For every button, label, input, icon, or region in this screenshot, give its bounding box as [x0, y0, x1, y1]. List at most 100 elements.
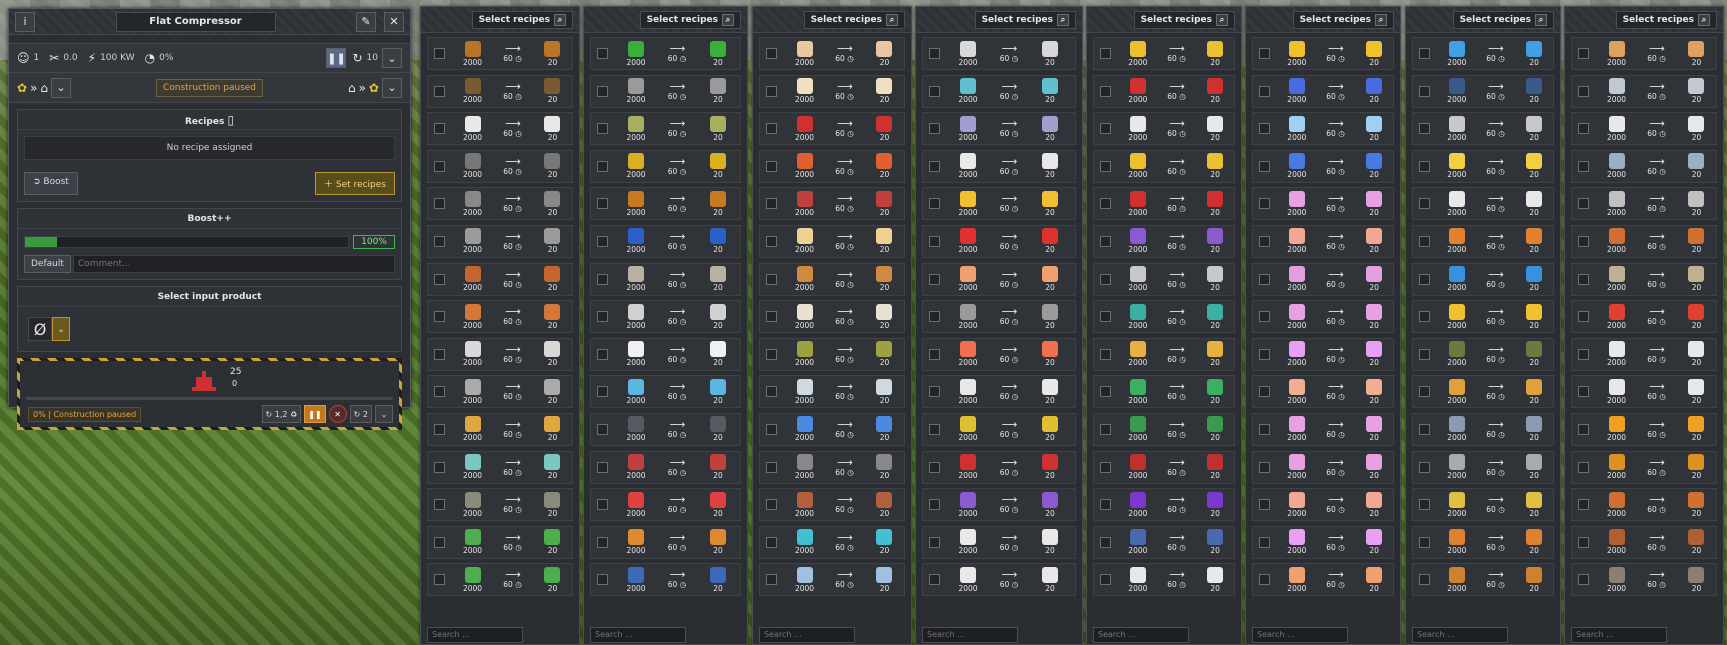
recipe-checkbox[interactable] — [434, 574, 445, 586]
recipe-checkbox[interactable] — [597, 499, 608, 511]
recipe-checkbox[interactable] — [1259, 423, 1270, 435]
recipe-row[interactable]: 2000 ⟶ 60 ◷ 20 — [922, 187, 1076, 221]
recipe-row[interactable]: 2000 ⟶ 60 ◷ 20 — [1571, 224, 1717, 258]
recipe-checkbox[interactable] — [766, 235, 777, 247]
recipe-checkbox[interactable] — [1100, 85, 1111, 97]
recipe-row[interactable]: 2000 ⟶ 60 ◷ 20 — [1412, 262, 1554, 296]
recipe-checkbox[interactable] — [1419, 386, 1430, 398]
recipe-row[interactable]: 2000 ⟶ 60 ◷ 20 — [922, 112, 1076, 146]
recipe-row[interactable]: 2000 ⟶ 60 ◷ 20 — [1252, 525, 1394, 559]
recipe-row[interactable]: 2000 ⟶ 60 ◷ 20 — [427, 488, 573, 522]
recipe-checkbox[interactable] — [1259, 48, 1270, 59]
recipe-checkbox[interactable] — [1419, 574, 1430, 586]
pause-button[interactable]: ❚❚ — [326, 48, 347, 68]
recipe-row[interactable]: 2000 ⟶ 60 ◷ 20 — [427, 112, 573, 146]
recipe-checkbox[interactable] — [766, 574, 777, 586]
recipe-row[interactable]: 2000 ⟶ 60 ◷ 20 — [1412, 74, 1554, 108]
recipe-checkbox[interactable] — [929, 386, 940, 398]
recipe-row[interactable]: 2000 ⟶ 60 ◷ 20 — [922, 488, 1076, 522]
recipe-search-input[interactable] — [427, 626, 523, 643]
recipe-checkbox[interactable] — [1419, 123, 1430, 135]
recipe-search-input[interactable] — [590, 626, 686, 643]
recipe-row[interactable]: 2000 ⟶ 60 ◷ 20 — [922, 375, 1076, 409]
recipe-checkbox[interactable] — [1578, 499, 1589, 511]
recipe-checkbox[interactable] — [1259, 123, 1270, 135]
recipe-checkbox[interactable] — [929, 85, 940, 97]
recipe-row[interactable]: 2000 ⟶ 60 ◷ 20 — [1412, 412, 1554, 446]
recipe-checkbox[interactable] — [1100, 461, 1111, 473]
recipe-row[interactable]: 2000 ⟶ 60 ◷ 20 — [1571, 262, 1717, 296]
recipe-row[interactable]: 2000 ⟶ 60 ◷ 20 — [759, 74, 905, 108]
recipe-row[interactable]: 2000 ⟶ 60 ◷ 20 — [1252, 337, 1394, 371]
recipe-row[interactable]: 2000 ⟶ 60 ◷ 20 — [922, 412, 1076, 446]
recipe-checkbox[interactable] — [1578, 235, 1589, 247]
recipe-row[interactable]: 2000 ⟶ 60 ◷ 20 — [759, 300, 905, 334]
recipe-checkbox[interactable] — [1259, 461, 1270, 473]
recipe-checkbox[interactable] — [929, 235, 940, 247]
recipe-checkbox[interactable] — [929, 348, 940, 360]
recipe-row[interactable]: 2000 ⟶ 60 ◷ 20 — [427, 450, 573, 484]
recipe-row[interactable]: 2000 ⟶ 60 ◷ 20 — [1252, 37, 1394, 70]
recipe-row[interactable]: 2000 ⟶ 60 ◷ 20 — [922, 563, 1076, 597]
pin-icon[interactable]: ✎ — [356, 11, 376, 32]
recipe-checkbox[interactable] — [1419, 311, 1430, 323]
comment-input[interactable] — [72, 255, 395, 273]
chevron-down-icon[interactable]: ⌄ — [375, 405, 393, 423]
recipe-row[interactable]: 2000 ⟶ 60 ◷ 20 — [1412, 112, 1554, 146]
product-dropdown-chevron-icon[interactable]: ⌄ — [52, 317, 70, 341]
cancel-construction-button[interactable]: ✕ — [328, 405, 347, 423]
recipe-row[interactable]: 2000 ⟶ 60 ◷ 20 — [759, 563, 905, 597]
recipe-row[interactable]: 2000 ⟶ 60 ◷ 20 — [1093, 149, 1235, 183]
recipe-checkbox[interactable] — [1100, 235, 1111, 247]
recipe-row[interactable]: 2000 ⟶ 60 ◷ 20 — [1571, 450, 1717, 484]
recipe-row[interactable]: 2000 ⟶ 60 ◷ 20 — [1571, 375, 1717, 409]
recipe-row[interactable]: 2000 ⟶ 60 ◷ 20 — [427, 224, 573, 258]
recipe-checkbox[interactable] — [766, 423, 777, 435]
recipe-checkbox[interactable] — [766, 273, 777, 285]
recipe-search-input[interactable] — [1412, 626, 1508, 643]
recipe-checkbox[interactable] — [766, 386, 777, 398]
recipe-checkbox[interactable] — [434, 311, 445, 323]
pause-priority[interactable]: ↻ 10 — [352, 51, 378, 65]
recipe-row[interactable]: 2000 ⟶ 60 ◷ 20 — [427, 149, 573, 183]
recipe-checkbox[interactable] — [1259, 348, 1270, 360]
recipe-row[interactable]: 2000 ⟶ 60 ◷ 20 — [922, 337, 1076, 371]
recipe-row[interactable]: 2000 ⟶ 60 ◷ 20 — [1093, 412, 1235, 446]
recipe-checkbox[interactable] — [1100, 536, 1111, 548]
input-dropdown-chevron-icon[interactable]: ⌄ — [51, 77, 72, 98]
recipe-checkbox[interactable] — [434, 499, 445, 511]
priority-control[interactable]: ↻ 1,2 ♻ — [261, 405, 302, 423]
recipe-row[interactable]: 2000 ⟶ 60 ◷ 20 — [759, 112, 905, 146]
recipe-row[interactable]: 2000 ⟶ 60 ◷ 20 — [1571, 525, 1717, 559]
recipe-row[interactable]: 2000 ⟶ 60 ◷ 20 — [759, 525, 905, 559]
recipe-checkbox[interactable] — [766, 348, 777, 360]
select-recipes-button[interactable]: Select recipes ⌕ — [974, 10, 1076, 29]
recipe-row[interactable]: 2000 ⟶ 60 ◷ 20 — [759, 224, 905, 258]
recipe-checkbox[interactable] — [1419, 273, 1430, 285]
recipe-checkbox[interactable] — [1100, 160, 1111, 172]
recipe-checkbox[interactable] — [929, 160, 940, 172]
empty-product-slot[interactable]: Ø — [28, 317, 52, 341]
recipe-row[interactable]: 2000 ⟶ 60 ◷ 20 — [1093, 337, 1235, 371]
chevron-down-icon[interactable]: ⌄ — [382, 48, 402, 68]
recipe-checkbox[interactable] — [929, 311, 940, 323]
recipe-checkbox[interactable] — [434, 461, 445, 473]
recipe-row[interactable]: 2000 ⟶ 60 ◷ 20 — [1412, 450, 1554, 484]
recipe-checkbox[interactable] — [1578, 273, 1589, 285]
recipe-row[interactable]: 2000 ⟶ 60 ◷ 20 — [590, 525, 741, 559]
recipe-checkbox[interactable] — [1100, 123, 1111, 135]
recipe-checkbox[interactable] — [1259, 235, 1270, 247]
recipe-row[interactable]: 2000 ⟶ 60 ◷ 20 — [922, 224, 1076, 258]
recipe-search-input[interactable] — [922, 626, 1018, 643]
recipe-row[interactable]: 2000 ⟶ 60 ◷ 20 — [1093, 375, 1235, 409]
recipe-row[interactable]: 2000 ⟶ 60 ◷ 20 — [1093, 37, 1235, 70]
recipe-checkbox[interactable] — [766, 536, 777, 548]
recipe-checkbox[interactable] — [597, 423, 608, 435]
recipe-checkbox[interactable] — [929, 273, 940, 285]
recipe-checkbox[interactable] — [1259, 574, 1270, 586]
recipe-row[interactable]: 2000 ⟶ 60 ◷ 20 — [1252, 563, 1394, 597]
recipe-checkbox[interactable] — [434, 386, 445, 398]
recipe-row[interactable]: 2000 ⟶ 60 ◷ 20 — [590, 262, 741, 296]
recipe-row[interactable]: 2000 ⟶ 60 ◷ 20 — [922, 300, 1076, 334]
recipe-checkbox[interactable] — [766, 160, 777, 172]
